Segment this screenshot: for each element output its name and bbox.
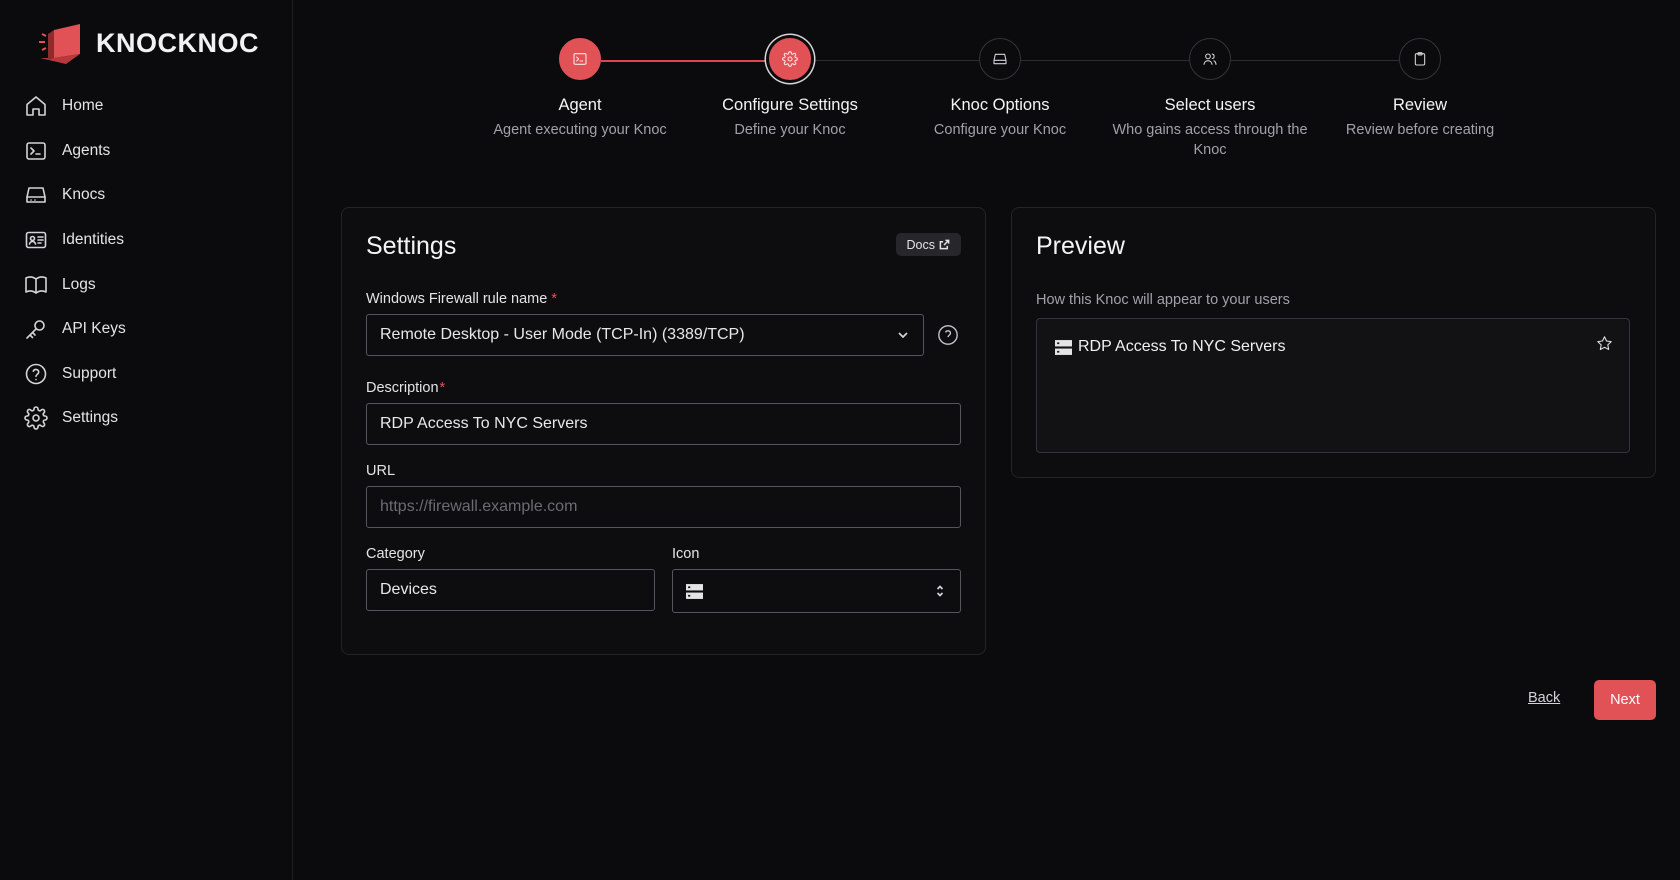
sidebar-item-support[interactable]: Support	[24, 352, 274, 397]
users-icon	[1203, 53, 1217, 65]
required-mark: *	[439, 380, 446, 396]
preview-title: Preview	[1036, 232, 1125, 260]
step-title: Select users	[1164, 96, 1256, 114]
url-placeholder: https://firewall.example.com	[380, 498, 578, 515]
step-circle	[769, 38, 811, 80]
sidebar-item-knocs[interactable]: Knocs	[24, 173, 274, 218]
sidebar-item-home[interactable]: Home	[24, 84, 274, 129]
step-subtitle: Who gains access through the Knoc	[1112, 122, 1308, 158]
sidebar-nav: Home Agents Knocs Identities Logs API Ke…	[24, 84, 274, 441]
step-circle	[1399, 38, 1441, 80]
preview-knoc-tile[interactable]: RDP Access To NYC Servers	[1036, 318, 1630, 453]
chevron-up-down-icon	[936, 585, 944, 597]
step-agent[interactable]: Agent Agent executing your Knoc	[470, 38, 690, 140]
sidebar-item-settings[interactable]: Settings	[24, 396, 274, 441]
category-label: Category	[366, 546, 425, 562]
step-title: Knoc Options	[950, 96, 1050, 114]
key-icon	[26, 320, 45, 340]
icon-label: Icon	[672, 546, 700, 562]
description-value: RDP Access To NYC Servers	[380, 415, 588, 432]
category-input[interactable]: Devices	[366, 569, 655, 611]
step-subtitle: Define your Knoc	[734, 122, 846, 138]
back-button[interactable]: Back	[1528, 690, 1560, 706]
sidebar-item-label: Support	[62, 364, 117, 382]
terminal-icon	[26, 142, 46, 160]
hard-drive-icon	[26, 187, 46, 204]
help-circle-icon	[25, 363, 47, 385]
book-icon	[25, 275, 47, 294]
step-subtitle: Configure your Knoc	[933, 122, 1067, 138]
sidebar: KNOCKNOC Home Agents Knocs Identities Lo…	[0, 0, 293, 880]
step-title: Review	[1392, 96, 1448, 114]
step-configure-settings[interactable]: Configure Settings Define your Knoc	[680, 38, 900, 140]
step-circle	[979, 38, 1021, 80]
knocknoc-logo-icon	[39, 24, 80, 64]
icon-select[interactable]	[672, 569, 961, 613]
docs-label: Docs	[906, 237, 935, 252]
brand-name: KNOCKNOC	[96, 27, 259, 58]
server-icon	[686, 583, 703, 599]
step-knoc-options[interactable]: Knoc Options Configure your Knoc	[890, 38, 1110, 140]
external-link-icon	[939, 239, 950, 250]
step-select-users[interactable]: Select users Who gains access through th…	[1100, 38, 1320, 160]
description-label-text: Description	[366, 380, 439, 396]
sidebar-item-label: Knocs	[62, 186, 106, 204]
gear-icon	[782, 51, 798, 67]
step-circle	[1189, 38, 1231, 80]
description-input[interactable]: RDP Access To NYC Servers	[366, 403, 961, 445]
step-title: Configure Settings	[722, 96, 858, 114]
step-subtitle: Agent executing your Knoc	[493, 122, 667, 138]
rule-name-label: Windows Firewall rule name *	[366, 291, 557, 307]
preview-item: RDP Access To NYC Servers	[1055, 338, 1285, 356]
wizard-stepper: Agent Agent executing your Knoc Configur…	[470, 38, 1550, 178]
gear-icon	[24, 406, 48, 431]
sidebar-item-api-keys[interactable]: API Keys	[24, 307, 274, 352]
docs-button[interactable]: Docs	[895, 233, 961, 256]
star-icon[interactable]	[1596, 335, 1613, 352]
step-title: Agent	[558, 96, 602, 114]
step-review[interactable]: Review Review before creating	[1310, 38, 1530, 140]
sidebar-item-label: Agents	[62, 141, 111, 159]
description-label: Description*	[366, 380, 445, 396]
terminal-icon	[573, 53, 587, 65]
sidebar-item-agents[interactable]: Agents	[24, 129, 274, 174]
clipboard-icon	[1414, 52, 1426, 66]
preview-subtitle: How this Knoc will appear to your users	[1036, 292, 1290, 308]
help-circle-icon[interactable]	[937, 324, 959, 346]
sidebar-item-label: Identities	[62, 231, 125, 249]
brand-logo[interactable]: KNOCKNOC	[36, 20, 259, 66]
preview-item-name: RDP Access To NYC Servers	[1078, 338, 1286, 355]
next-button[interactable]: Next	[1594, 680, 1656, 720]
home-icon	[26, 96, 46, 117]
sidebar-item-logs[interactable]: Logs	[24, 262, 274, 307]
url-input[interactable]: https://firewall.example.com	[366, 486, 961, 528]
settings-card: Settings Docs Windows Firewall rule name…	[341, 207, 986, 655]
sidebar-item-label: Settings	[62, 409, 119, 427]
category-value: Devices	[380, 581, 437, 598]
step-subtitle: Review before creating	[1345, 122, 1495, 138]
rule-name-value: Remote Desktop - User Mode (TCP-In) (338…	[380, 326, 745, 343]
server-icon	[1055, 339, 1072, 355]
settings-title: Settings	[366, 232, 457, 260]
step-circle	[559, 38, 601, 80]
sidebar-item-identities[interactable]: Identities	[24, 218, 274, 263]
preview-card: Preview How this Knoc will appear to you…	[1011, 207, 1656, 478]
sidebar-item-label: Home	[62, 97, 104, 115]
url-label: URL	[366, 463, 396, 479]
hard-drive-icon	[993, 53, 1007, 65]
sidebar-item-label: Logs	[62, 275, 96, 293]
rule-name-select[interactable]: Remote Desktop - User Mode (TCP-In) (338…	[366, 314, 924, 356]
rule-name-label-text: Windows Firewall rule name	[366, 291, 548, 307]
sidebar-item-label: API Keys	[62, 320, 126, 338]
id-card-icon	[25, 231, 47, 249]
required-mark: *	[551, 291, 557, 307]
chevron-down-icon	[898, 332, 908, 339]
